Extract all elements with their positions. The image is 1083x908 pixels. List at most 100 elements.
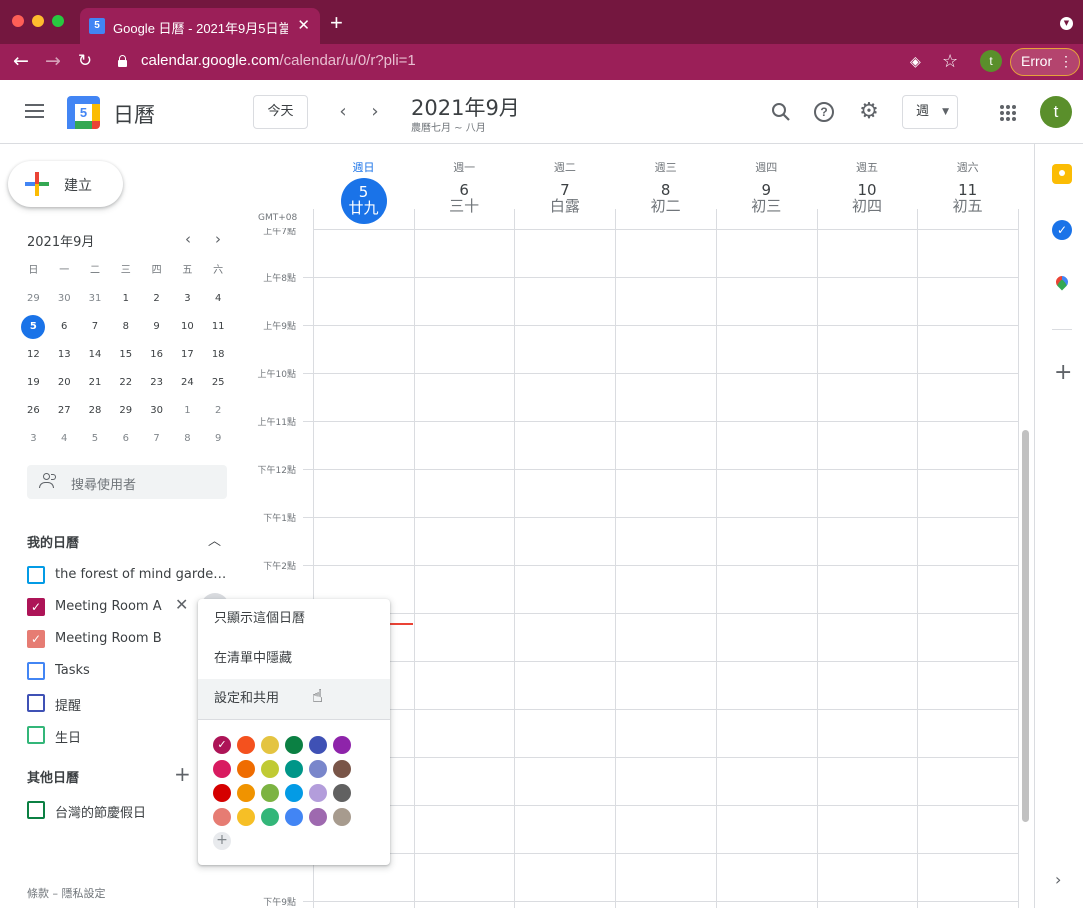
back-arrow-icon[interactable]: ←: [10, 50, 32, 72]
day-column-header[interactable]: 週二 7 白露: [514, 160, 615, 214]
tab-close-icon[interactable]: ✕: [297, 16, 310, 34]
custom-color-add-icon[interactable]: +: [213, 832, 231, 850]
mini-calendar-day[interactable]: 16: [141, 343, 172, 371]
mini-calendar-day[interactable]: 6: [49, 315, 80, 343]
color-swatch[interactable]: [309, 760, 327, 778]
settings-and-sharing-option[interactable]: 設定和共用: [198, 679, 390, 719]
color-swatch[interactable]: [237, 736, 255, 754]
mini-calendar-day[interactable]: 24: [172, 371, 203, 399]
mini-calendar-day[interactable]: 1: [110, 287, 141, 315]
maps-icon[interactable]: [1052, 273, 1072, 296]
mini-calendar-day[interactable]: 23: [141, 371, 172, 399]
color-swatch[interactable]: [237, 760, 255, 778]
mini-calendar-day[interactable]: 2: [141, 287, 172, 315]
search-people-input[interactable]: 搜尋使用者: [27, 465, 227, 499]
day-column-header[interactable]: 週一 6 三十: [414, 160, 515, 214]
color-swatch[interactable]: [309, 808, 327, 826]
previous-week-button[interactable]: ‹: [333, 100, 353, 124]
remove-calendar-icon[interactable]: ✕: [175, 595, 188, 614]
mini-calendar-day[interactable]: 11: [203, 315, 234, 343]
tab-search-icon[interactable]: ▼: [1060, 17, 1073, 30]
mini-calendar-day[interactable]: 6: [110, 427, 141, 455]
mini-calendar-day[interactable]: 26: [18, 399, 49, 427]
color-swatch[interactable]: ✓: [213, 736, 231, 754]
error-button[interactable]: Error ⋮: [1010, 48, 1080, 76]
other-calendars-title[interactable]: 其他日曆: [27, 767, 79, 786]
reload-icon[interactable]: ↻: [74, 50, 96, 72]
color-swatch[interactable]: [237, 808, 255, 826]
search-icon[interactable]: [769, 100, 793, 124]
my-calendars-title[interactable]: 我的日曆: [27, 532, 79, 551]
mini-calendar-day[interactable]: 29: [18, 287, 49, 315]
account-avatar[interactable]: t: [1040, 96, 1072, 128]
mini-calendar-day[interactable]: 21: [80, 371, 111, 399]
mini-calendar-day[interactable]: 20: [49, 371, 80, 399]
color-swatch[interactable]: [285, 784, 303, 802]
mini-calendar-day[interactable]: 30: [49, 287, 80, 315]
maximize-window-button[interactable]: [52, 15, 64, 27]
color-swatch[interactable]: [213, 784, 231, 802]
eye-icon[interactable]: ◈: [910, 54, 921, 70]
calendar-checkbox[interactable]: [27, 566, 45, 584]
color-swatch[interactable]: [261, 760, 279, 778]
day-column-header[interactable]: 週五 10 初四: [817, 160, 918, 214]
lock-icon[interactable]: [118, 55, 127, 67]
color-swatch[interactable]: [285, 736, 303, 754]
mini-calendar-day[interactable]: 31: [80, 287, 111, 315]
calendar-checkbox[interactable]: [27, 694, 45, 712]
mini-calendar-day[interactable]: 13: [49, 343, 80, 371]
mini-calendar-prev-button[interactable]: ‹: [179, 229, 197, 249]
mini-calendar-day[interactable]: 4: [203, 287, 234, 315]
next-week-button[interactable]: ›: [365, 100, 385, 124]
mini-calendar-day[interactable]: 7: [141, 427, 172, 455]
mini-calendar-day[interactable]: 4: [49, 427, 80, 455]
mini-calendar-day[interactable]: 8: [172, 427, 203, 455]
mini-calendar-day[interactable]: 5: [80, 427, 111, 455]
color-swatch[interactable]: [237, 784, 255, 802]
mini-calendar-day[interactable]: 1: [172, 399, 203, 427]
day-column-header[interactable]: 週六 11 初五: [917, 160, 1018, 214]
mini-calendar-day[interactable]: 30: [141, 399, 172, 427]
mini-calendar-day[interactable]: 3: [18, 427, 49, 455]
hide-from-list-option[interactable]: 在清單中隱藏: [198, 639, 390, 679]
mini-calendar-day[interactable]: 17: [172, 343, 203, 371]
main-menu-icon[interactable]: [25, 104, 44, 119]
day-column-header[interactable]: 週三 8 初二: [615, 160, 716, 214]
tasks-icon[interactable]: ✓: [1052, 220, 1072, 240]
calendar-checkbox[interactable]: [27, 662, 45, 680]
mini-calendar-day[interactable]: 18: [203, 343, 234, 371]
mini-calendar-day[interactable]: 9: [203, 427, 234, 455]
color-swatch[interactable]: [333, 784, 351, 802]
color-swatch[interactable]: [285, 808, 303, 826]
browser-tab[interactable]: 5 Google 日曆 - 2021年9月5日當週 ✕: [80, 8, 320, 44]
my-calendar-item[interactable]: the forest of mind gardening: [27, 563, 237, 587]
mini-calendar-day[interactable]: 14: [80, 343, 111, 371]
terms-privacy-links[interactable]: 條款 – 隱私設定: [27, 885, 106, 901]
display-only-this-option[interactable]: 只顯示這個日曆: [198, 599, 390, 639]
calendar-checkbox[interactable]: ✓: [27, 630, 45, 648]
color-swatch[interactable]: [333, 808, 351, 826]
grid-scrollbar[interactable]: [1022, 430, 1029, 822]
calendar-logo-icon[interactable]: 5: [67, 96, 100, 129]
mini-calendar-day[interactable]: 12: [18, 343, 49, 371]
mini-calendar-day[interactable]: 19: [18, 371, 49, 399]
color-swatch[interactable]: [333, 760, 351, 778]
color-swatch[interactable]: [261, 736, 279, 754]
mini-calendar-day[interactable]: 5: [18, 315, 49, 343]
color-swatch[interactable]: [213, 760, 231, 778]
view-select-dropdown[interactable]: 週 ▼: [902, 95, 958, 129]
calendar-checkbox[interactable]: ✓: [27, 598, 45, 616]
color-swatch[interactable]: [261, 808, 279, 826]
help-icon[interactable]: ?: [812, 100, 836, 124]
bookmark-star-icon[interactable]: ☆: [942, 51, 958, 72]
mini-calendar-day[interactable]: 22: [110, 371, 141, 399]
google-apps-icon[interactable]: [1000, 105, 1016, 121]
settings-gear-icon[interactable]: ⚙: [857, 100, 881, 124]
mini-calendar-day[interactable]: 25: [203, 371, 234, 399]
color-swatch[interactable]: [285, 760, 303, 778]
today-button[interactable]: 今天: [253, 95, 308, 129]
mini-calendar-day[interactable]: 9: [141, 315, 172, 343]
mini-calendar-day[interactable]: 29: [110, 399, 141, 427]
keep-icon[interactable]: [1052, 164, 1072, 184]
address-bar[interactable]: calendar.google.com/calendar/u/0/r?pli=1: [141, 52, 416, 69]
